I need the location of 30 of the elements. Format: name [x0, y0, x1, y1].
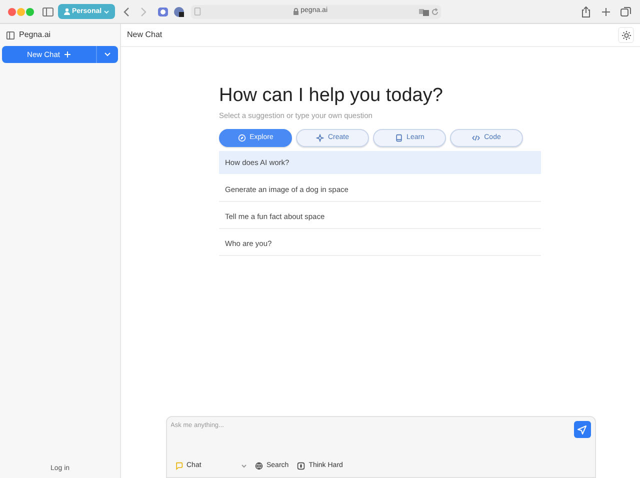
share-icon[interactable]	[580, 6, 592, 18]
caret-icon	[240, 464, 246, 468]
person-icon	[64, 8, 70, 15]
chat-bubble-icon	[174, 462, 182, 470]
heading: How can I help you today?	[219, 85, 443, 108]
chat-title: New Chat	[127, 29, 162, 41]
new-tab-icon[interactable]	[600, 6, 612, 18]
think-icon	[296, 462, 305, 470]
extension-icon[interactable]	[172, 6, 185, 18]
code-icon	[472, 134, 480, 142]
send-button[interactable]	[574, 421, 590, 438]
app-title: Pegna.ai	[19, 29, 51, 41]
theme-toggle-button[interactable]	[618, 27, 634, 43]
sparkle-icon	[316, 134, 324, 142]
plus-icon	[64, 51, 71, 58]
sidebar-icon[interactable]	[42, 6, 54, 18]
compass-icon	[238, 134, 246, 142]
sidebar-icon[interactable]	[6, 30, 15, 40]
caret-icon	[104, 52, 111, 57]
globe-icon	[254, 462, 262, 470]
reload-icon[interactable]	[430, 8, 439, 16]
send-icon	[577, 424, 587, 434]
translate-icon[interactable]	[418, 8, 429, 16]
book-icon	[394, 134, 403, 142]
sun-icon	[622, 30, 630, 40]
caret-icon	[104, 10, 109, 14]
close-window-button[interactable]	[8, 8, 16, 16]
tabs-icon[interactable]	[620, 6, 632, 18]
lock-icon	[292, 8, 299, 15]
new-chat-dropdown-button[interactable]	[96, 46, 118, 63]
